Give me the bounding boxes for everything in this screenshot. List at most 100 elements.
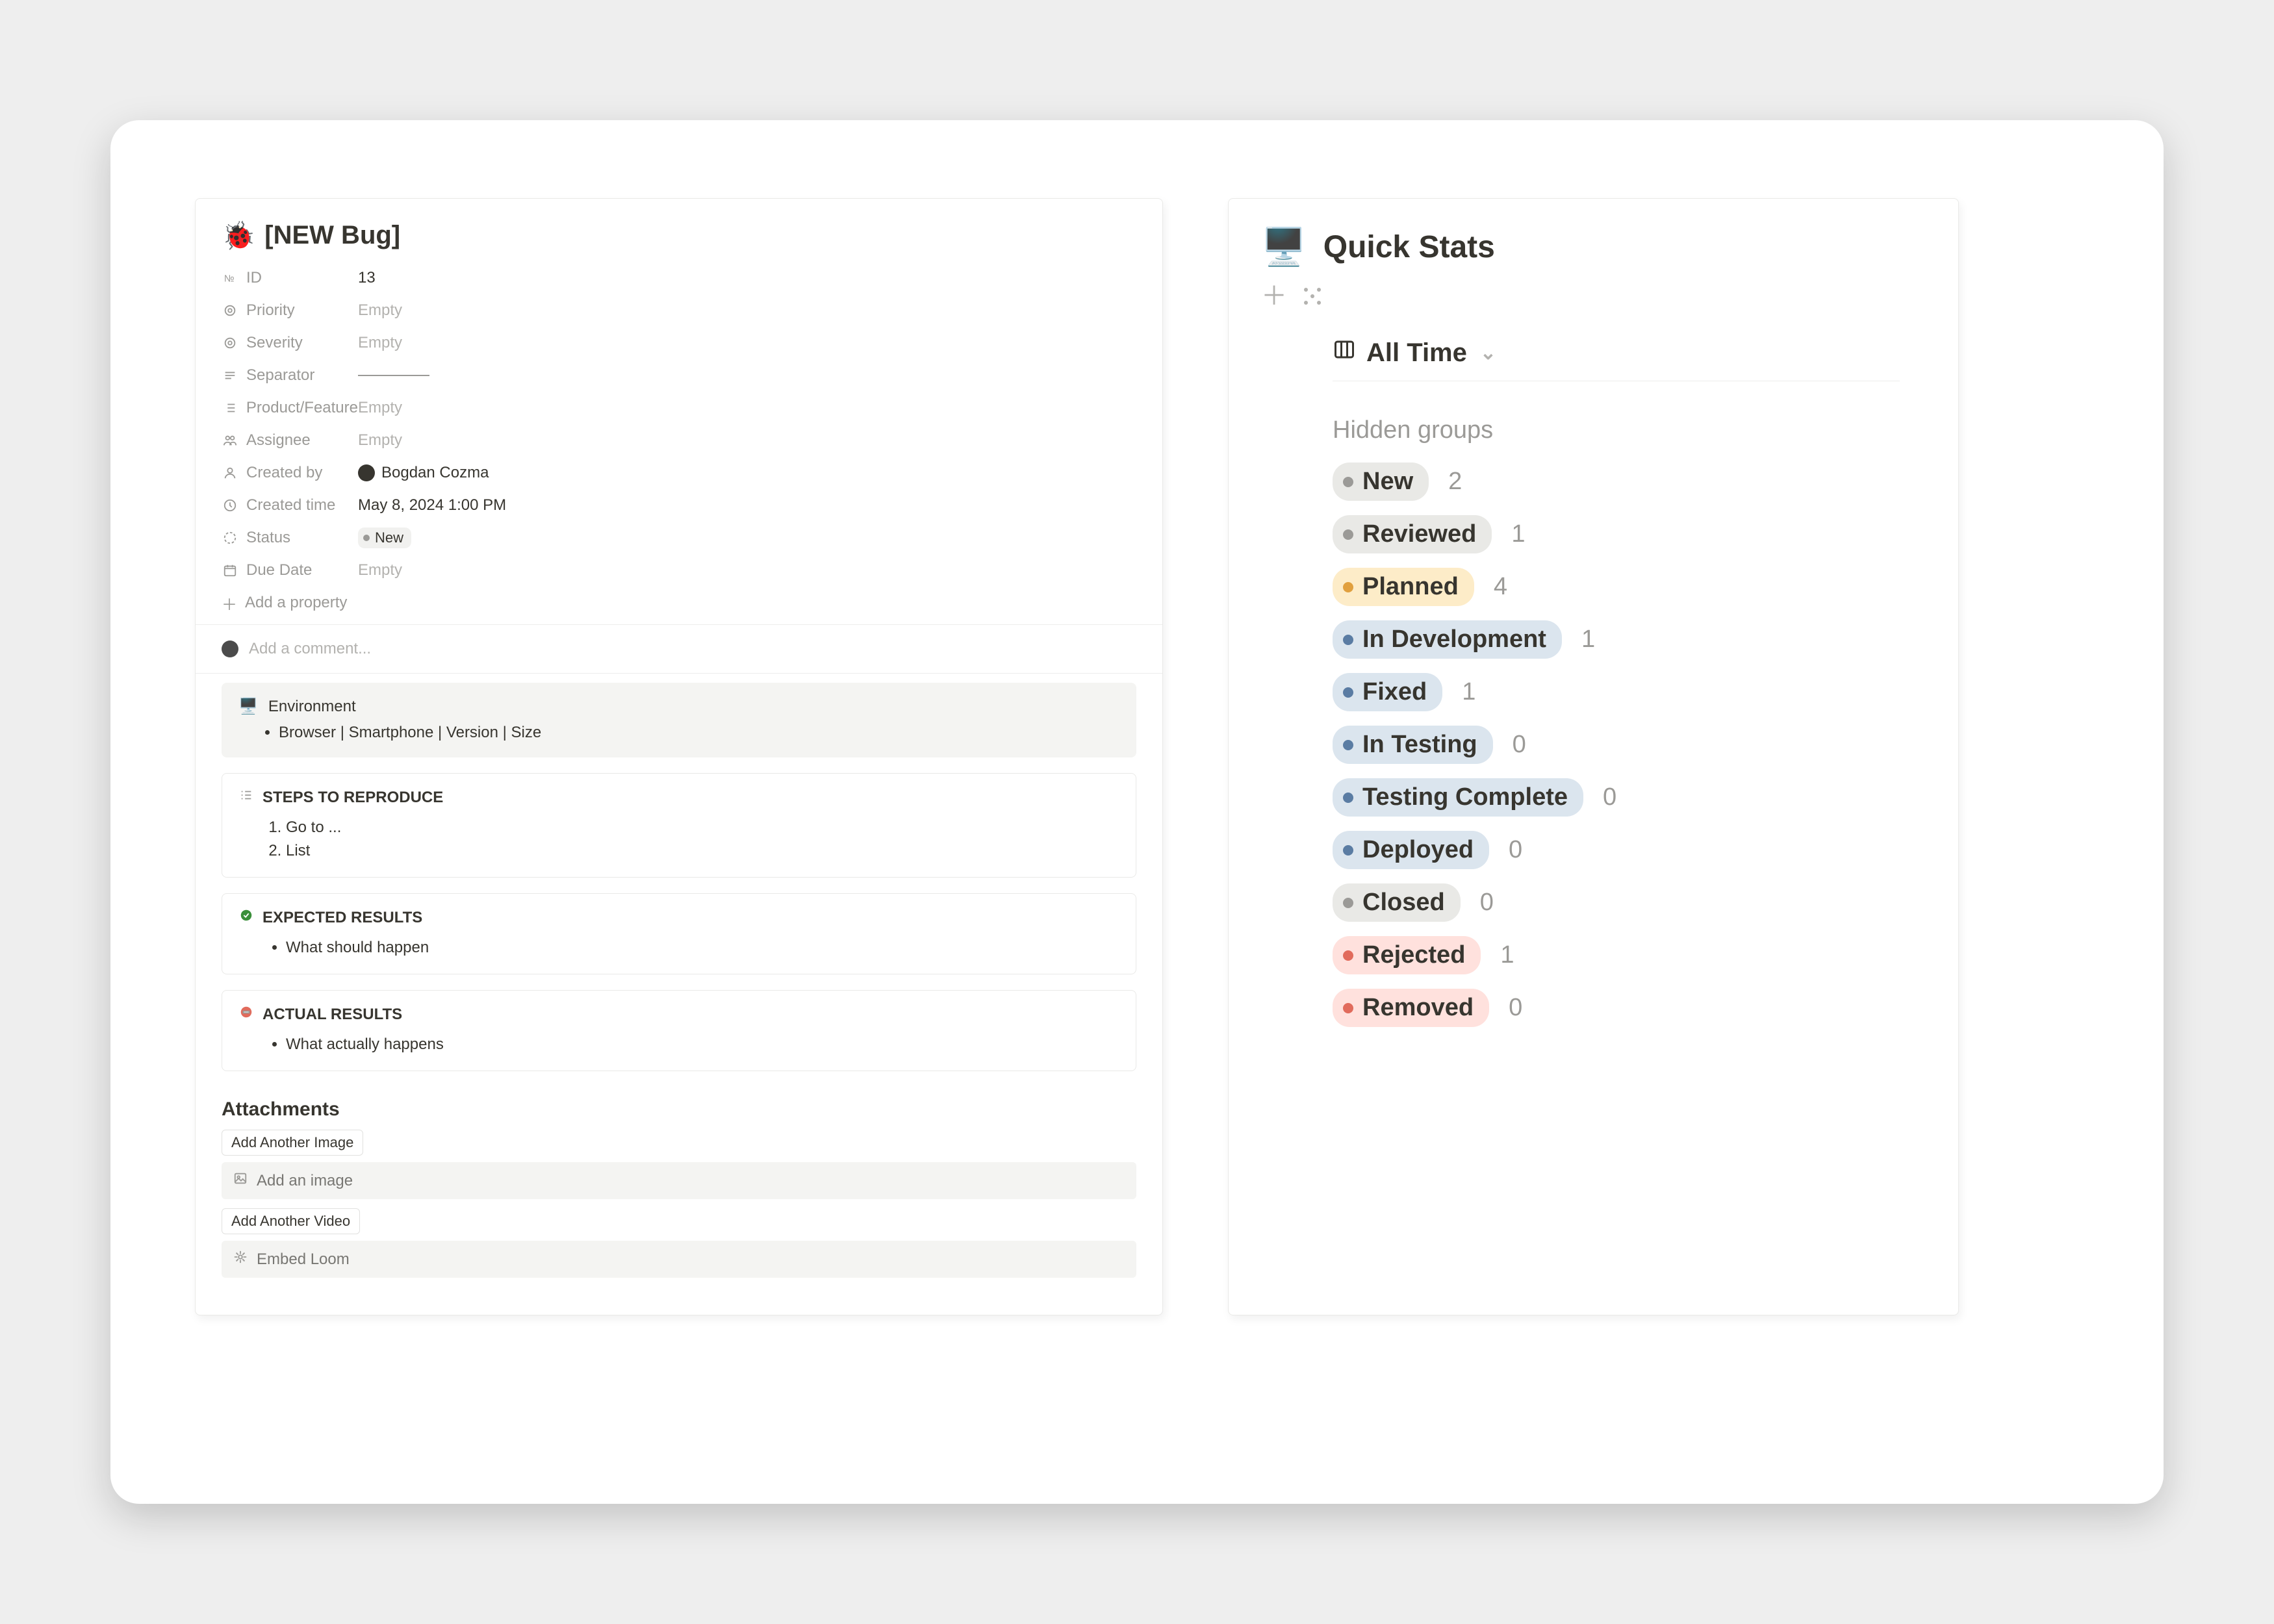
status-pill: Rejected xyxy=(1333,936,1481,974)
drag-handle-icon[interactable] xyxy=(1301,285,1323,307)
property-row[interactable]: №ID13 xyxy=(222,262,1136,294)
status-pill: In Testing xyxy=(1333,726,1493,764)
check-circle-icon xyxy=(239,908,253,927)
property-value[interactable]: Empty xyxy=(358,334,402,352)
status-row[interactable]: Rejected 1 xyxy=(1333,936,1926,974)
actual-section[interactable]: ACTUAL RESULTS What actually happens xyxy=(222,990,1136,1071)
property-value[interactable]: May 8, 2024 1:00 PM xyxy=(358,496,506,514)
attachments-heading: Attachments xyxy=(222,1098,1136,1121)
status-row[interactable]: In Testing0 xyxy=(1333,726,1926,764)
property-value[interactable]: Empty xyxy=(358,431,402,450)
page-title[interactable]: [NEW Bug] xyxy=(264,221,400,250)
status-row[interactable]: In Development 1 xyxy=(1333,620,1926,659)
status-label: Deployed xyxy=(1362,836,1474,864)
status-count: 1 xyxy=(1462,678,1476,706)
comment-input-row[interactable]: Add a comment... xyxy=(222,631,1136,666)
property-row[interactable]: StatusNew xyxy=(222,522,1136,554)
status-pill: Testing Complete xyxy=(1333,778,1583,817)
property-label: Severity xyxy=(246,334,303,352)
embed-loom-placeholder[interactable]: Embed Loom xyxy=(222,1241,1136,1278)
status-label: Removed xyxy=(1362,994,1474,1022)
hash-icon: № xyxy=(222,271,238,285)
expected-bullet: What should happen xyxy=(286,936,1119,959)
property-row[interactable]: Created timeMay 8, 2024 1:00 PM xyxy=(222,489,1136,522)
status-dot xyxy=(1343,845,1353,856)
property-value[interactable]: 13 xyxy=(358,269,376,287)
add-view-button[interactable]: ＋ xyxy=(1261,283,1287,309)
status-count: 1 xyxy=(1500,941,1514,969)
hidden-groups-label: Hidden groups xyxy=(1333,416,1926,444)
status-row[interactable]: Testing Complete 0 xyxy=(1333,778,1926,817)
monitor-icon: 🖥️ xyxy=(238,697,258,716)
property-label: Due Date xyxy=(246,561,312,579)
status-dot xyxy=(1343,582,1353,592)
status-dot xyxy=(1343,687,1353,698)
step-item[interactable]: List xyxy=(286,839,1119,863)
property-row[interactable]: Assignee Empty xyxy=(222,424,1136,457)
property-row[interactable]: Due Date Empty xyxy=(222,554,1136,587)
expected-heading-row: EXPECTED RESULTS xyxy=(239,908,1119,927)
steps-heading: STEPS TO REPRODUCE xyxy=(262,789,443,807)
steps-icon xyxy=(239,788,253,807)
actual-heading-row: ACTUAL RESULTS xyxy=(239,1005,1119,1024)
property-value[interactable]: New xyxy=(358,527,411,549)
status-icon xyxy=(222,531,238,545)
property-label: Created by xyxy=(246,464,322,482)
status-row[interactable]: Fixed1 xyxy=(1333,673,1926,711)
divider xyxy=(196,673,1162,674)
status-row[interactable]: Closed0 xyxy=(1333,883,1926,922)
property-value[interactable]: Empty xyxy=(358,561,402,579)
property-value[interactable] xyxy=(358,375,429,376)
status-row[interactable]: New 2 xyxy=(1333,463,1926,501)
image-icon xyxy=(233,1171,248,1190)
status-label: In Development xyxy=(1362,626,1546,653)
list-icon xyxy=(222,401,238,415)
target-icon xyxy=(222,336,238,350)
monitor-icon: 🖥️ xyxy=(1261,229,1307,265)
status-row[interactable]: Planned4 xyxy=(1333,568,1926,606)
property-row[interactable]: Severity Empty xyxy=(222,327,1136,359)
avatar xyxy=(222,641,238,657)
property-value-text: Empty xyxy=(358,431,402,450)
expected-section[interactable]: EXPECTED RESULTS What should happen xyxy=(222,893,1136,974)
property-value[interactable]: Empty xyxy=(358,301,402,320)
status-count: 0 xyxy=(1509,994,1522,1022)
environment-heading: Environment xyxy=(268,698,356,716)
steps-section[interactable]: STEPS TO REPRODUCE Go to ...List xyxy=(222,773,1136,878)
status-label: New xyxy=(1362,468,1413,496)
property-value-text: 13 xyxy=(358,269,376,287)
status-label: Planned xyxy=(1362,573,1459,601)
property-row[interactable]: Created by Bogdan Cozma xyxy=(222,457,1136,489)
add-another-image-button[interactable]: Add Another Image xyxy=(222,1130,363,1156)
avatar xyxy=(358,464,375,481)
add-image-placeholder[interactable]: Add an image xyxy=(222,1162,1136,1199)
no-entry-icon xyxy=(239,1005,253,1024)
add-another-video-button[interactable]: Add Another Video xyxy=(222,1208,360,1234)
step-item[interactable]: Go to ... xyxy=(286,816,1119,839)
property-row[interactable]: PriorityEmpty xyxy=(222,294,1136,327)
quick-stats-title: Quick Stats xyxy=(1323,229,1495,265)
environment-callout[interactable]: 🖥️ Environment Browser | Smartphone | Ve… xyxy=(222,683,1136,757)
status-pill: New xyxy=(358,527,411,549)
status-dot xyxy=(1343,950,1353,961)
property-value[interactable]: Bogdan Cozma xyxy=(358,464,489,482)
add-property-button[interactable]: ＋ Add a property xyxy=(222,587,1136,619)
environment-bullet: Browser | Smartphone | Version | Size xyxy=(279,722,1119,743)
add-image-placeholder-label: Add an image xyxy=(257,1172,353,1190)
property-value-text: Empty xyxy=(358,399,402,417)
status-count: 1 xyxy=(1581,626,1595,653)
property-row[interactable]: Separator xyxy=(222,359,1136,392)
property-label: Assignee xyxy=(246,431,311,450)
property-label: Product/Feature xyxy=(246,399,358,417)
status-count: 0 xyxy=(1603,783,1616,811)
status-row[interactable]: Reviewed1 xyxy=(1333,515,1926,553)
status-row[interactable]: Removed 0 xyxy=(1333,989,1926,1027)
view-tab-all-time[interactable]: All Time ⌄ xyxy=(1333,338,1900,381)
property-row[interactable]: Product/FeatureEmpty xyxy=(222,392,1136,424)
status-label: Closed xyxy=(1362,889,1445,917)
status-row[interactable]: Deployed0 xyxy=(1333,831,1926,869)
property-value[interactable]: Empty xyxy=(358,399,402,417)
page-title-row: 🐞 [NEW Bug] xyxy=(222,221,1136,250)
status-count: 2 xyxy=(1448,468,1462,496)
status-pill: Removed xyxy=(1333,989,1489,1027)
